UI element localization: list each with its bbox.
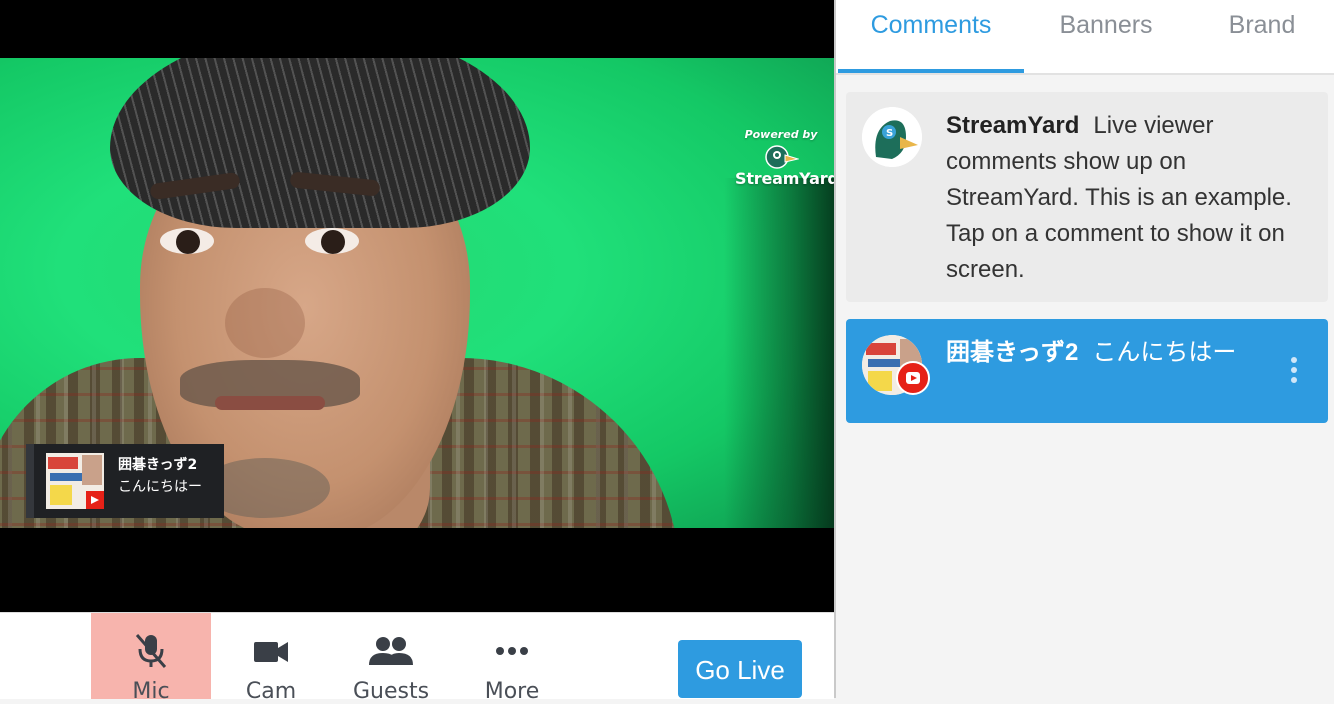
guests-icon [369,637,413,665]
comment-author: StreamYard [946,112,1080,139]
tab-banners[interactable]: Banners [1028,0,1184,73]
overlay-author: 囲碁きっず2 [118,457,198,473]
control-bar: Mic Cam Guests More Go Live [0,612,834,704]
youtube-icon [896,361,930,395]
duck-logo-icon [765,145,799,169]
person-nose [225,288,305,358]
tab-brand[interactable]: Brand [1208,0,1316,73]
comment-author: 囲碁きっず2 [946,339,1079,366]
guests-label: Guests [352,679,430,704]
guests-button[interactable]: Guests [331,613,451,704]
mic-button[interactable]: Mic [91,613,211,704]
person-mouth [215,396,325,410]
more-button[interactable]: More [452,613,572,704]
comment-body: 囲碁きっず2 こんにちはー [946,335,1298,371]
overlay-message: こんにちはー [118,479,202,495]
streamyard-avatar: S [862,107,922,167]
green-screen-shadow [724,178,834,528]
comment-text: こんにちはー [1092,339,1237,366]
comment-card-highlighted[interactable]: 囲碁きっず2 こんにちはー [846,319,1328,423]
mic-label: Mic [132,679,170,704]
go-live-button[interactable]: Go Live [678,640,802,698]
video-stage: Powered by StreamYard 囲碁きっず2 こんにちはー [0,0,834,612]
mic-muted-icon [135,634,167,668]
person-eye-left [160,228,214,254]
streamyard-watermark: Powered by StreamYard [735,128,834,188]
comment-body: StreamYard Live viewer comments show up o… [946,108,1298,288]
person-eye-right [305,228,359,254]
svg-text:S: S [886,128,893,139]
watermark-brand: StreamYard [735,169,834,188]
tab-comments[interactable]: Comments [838,0,1024,73]
camera-icon [254,642,288,662]
person-hair [110,58,530,228]
more-label: More [484,679,540,704]
more-dots-icon [496,647,528,655]
side-panel: Comments Banners Brand S StreamYard Live … [834,0,1334,698]
cam-label: Cam [245,679,297,704]
comment-card[interactable]: S StreamYard Live viewer comments show up… [846,92,1328,302]
commenter-thumbnail [46,453,104,509]
watermark-powered-by: Powered by [744,128,818,141]
panel-tabs: Comments Banners Brand [836,0,1334,75]
duck-logo-icon: S [862,107,922,167]
comment-menu-icon[interactable] [1290,357,1298,387]
cam-button[interactable]: Cam [211,613,331,704]
on-screen-comment: 囲碁きっず2 こんにちはー [26,444,224,518]
